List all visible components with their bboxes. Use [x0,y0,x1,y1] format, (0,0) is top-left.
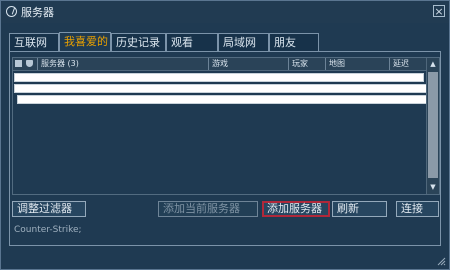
scrollbar[interactable]: ▲ ▼ [426,58,439,194]
tab-internet[interactable]: 互联网 [9,33,59,51]
tab-spectate[interactable]: 观看 [166,33,218,51]
tab-lan[interactable]: 局域网 [218,33,269,51]
add-current-server-button: 添加当前服务器 [158,201,258,217]
close-button[interactable]: × [433,5,445,17]
column-game[interactable]: 游戏 [208,58,288,70]
window-title: 服务器 [21,6,54,19]
resize-grip-icon[interactable] [437,257,446,266]
column-players[interactable]: 玩家 [288,58,325,70]
list-header: 服务器 (3) 游戏 玩家 地图 延迟 [13,58,427,71]
column-latency[interactable]: 延迟 [389,58,427,70]
column-server[interactable]: 服务器 (3) [37,58,208,70]
tab-history[interactable]: 历史记录 [111,33,166,51]
scroll-up-icon[interactable]: ▲ [428,59,438,69]
add-server-button[interactable]: 添加服务器 [262,201,330,217]
filter-status: Counter-Strike; [14,225,82,235]
shield-icon[interactable] [26,60,33,67]
tab-friends[interactable]: 朋友 [269,33,319,51]
steam-icon [6,6,17,17]
connect-button[interactable]: 连接 [396,201,439,217]
tab-favorites[interactable]: 我喜爱的 [59,32,111,51]
title-bar[interactable]: 服务器 × [1,1,449,23]
column-map[interactable]: 地图 [325,58,389,70]
adjust-filter-button[interactable]: 调整过滤器 [12,201,86,217]
server-list[interactable]: 服务器 (3) 游戏 玩家 地图 延迟 ▲ ▼ [12,57,440,195]
table-row[interactable] [14,84,427,93]
scroll-down-icon[interactable]: ▼ [428,182,438,192]
lock-icon[interactable] [15,60,22,67]
table-row[interactable] [17,95,427,104]
table-row[interactable] [14,73,424,82]
scrollbar-thumb[interactable] [428,72,438,178]
refresh-button[interactable]: 刷新 [332,201,387,217]
servers-window: 服务器 × 互联网 我喜爱的 历史记录 观看 局域网 朋友 服务器 (3) 游戏… [0,0,450,270]
